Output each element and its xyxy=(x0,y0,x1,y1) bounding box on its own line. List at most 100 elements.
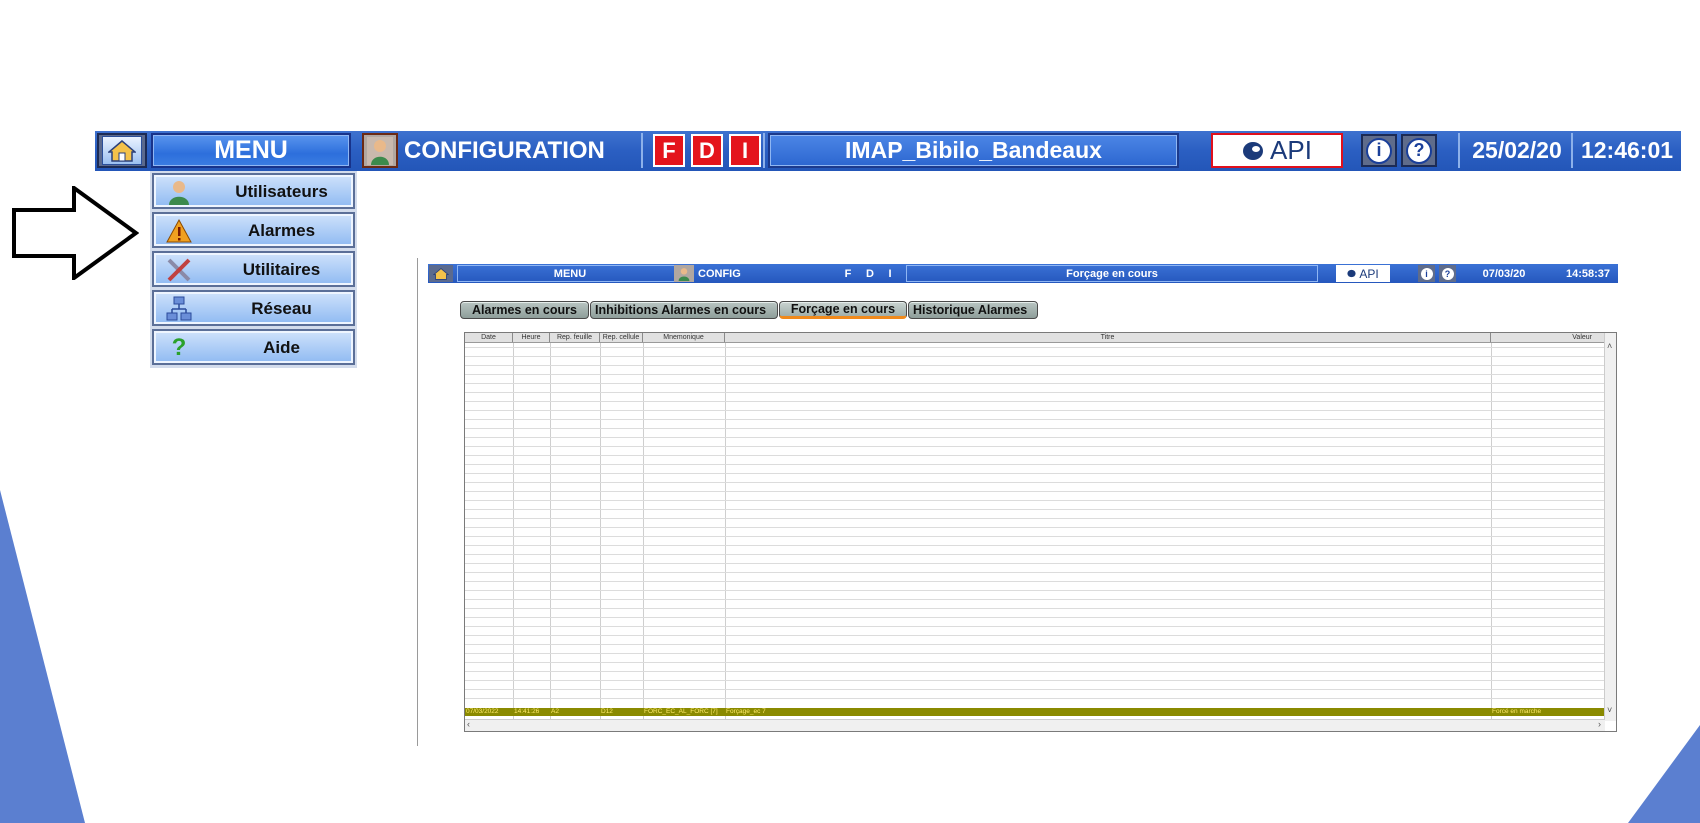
horizontal-scrollbar[interactable]: ‹ › xyxy=(465,719,1605,731)
vertical-scrollbar[interactable]: ˄ ˅ xyxy=(1604,333,1616,721)
menu-item-reseau[interactable]: Réseau xyxy=(152,290,355,326)
home-button[interactable] xyxy=(97,133,147,168)
cell-valeur: Forcé en marche xyxy=(1492,708,1542,715)
table-row-line xyxy=(465,635,1605,636)
inset-api-logo: API xyxy=(1336,265,1390,282)
scroll-down-icon[interactable]: ˅ xyxy=(1607,705,1612,715)
help-icon: ? xyxy=(1406,137,1432,164)
inset-home-button[interactable] xyxy=(429,265,453,282)
table-row-line xyxy=(465,347,1605,348)
table-row-line xyxy=(465,581,1605,582)
page-title: IMAP_Bibilo_Bandeaux xyxy=(768,133,1179,168)
user-icon xyxy=(367,136,393,165)
table-row-line xyxy=(465,572,1605,573)
table-row-line xyxy=(465,662,1605,663)
column-header-rep-feuille[interactable]: Rep. feuille xyxy=(550,333,600,342)
cell-date: 07/03/2022 xyxy=(466,708,499,715)
column-header-rep-cellule[interactable]: Rep. cellule xyxy=(600,333,643,342)
menu-item-aide[interactable]: ? Aide xyxy=(152,329,355,365)
table-row-line xyxy=(465,401,1605,402)
column-divider xyxy=(513,343,514,723)
column-header-heure[interactable]: Heure xyxy=(513,333,550,342)
table-row-line xyxy=(465,428,1605,429)
fdi-button-f[interactable]: F xyxy=(653,134,685,167)
inset-fdi-i[interactable]: I xyxy=(882,265,898,282)
column-divider xyxy=(1491,343,1492,723)
menu-item-label: Utilitaires xyxy=(242,260,321,279)
help-button[interactable]: ? xyxy=(1401,134,1437,167)
column-header-date[interactable]: Date xyxy=(465,333,513,342)
tab-inhibitions-alarmes[interactable]: Inhibitions Alarmes en cours xyxy=(590,301,778,319)
table-row-line xyxy=(465,446,1605,447)
menu-item-label: Aide xyxy=(263,338,300,357)
table-row-line xyxy=(465,464,1605,465)
scroll-right-icon[interactable]: › xyxy=(1598,719,1601,729)
scroll-left-icon[interactable]: ‹ xyxy=(467,719,470,729)
table-row-line xyxy=(465,374,1605,375)
menu-item-alarmes[interactable]: Alarmes xyxy=(152,212,355,248)
table-row-line xyxy=(465,365,1605,366)
table-row-line xyxy=(465,473,1605,474)
table-row-line xyxy=(465,599,1605,600)
decorative-triangle-right xyxy=(1628,725,1700,823)
table-row-line xyxy=(465,455,1605,456)
scroll-up-icon[interactable]: ˄ xyxy=(1607,341,1612,351)
inset-help-button[interactable]: ? xyxy=(1439,265,1456,282)
inset-time-display: 14:58:37 xyxy=(1565,267,1610,280)
cell-titre: Forçage_ec 7 xyxy=(726,708,766,715)
api-logo: API xyxy=(1211,133,1343,168)
fdi-button-d[interactable]: D xyxy=(691,134,723,167)
inset-config-icon-button[interactable] xyxy=(674,265,694,282)
inset-fdi-f[interactable]: F xyxy=(840,265,856,282)
table-row-line xyxy=(465,527,1605,528)
fdi-button-i[interactable]: I xyxy=(729,134,761,167)
inset-config-label: CONFIG xyxy=(698,267,741,280)
table-row-line xyxy=(465,680,1605,681)
menu-item-label: Alarmes xyxy=(247,221,316,240)
divider-line xyxy=(417,258,418,746)
table-row-line xyxy=(465,518,1605,519)
table-row-line xyxy=(465,554,1605,555)
cell-mnemonique: FORC_EC_AL_FORC [7] xyxy=(644,708,718,715)
inset-page-title: Forçage en cours xyxy=(906,265,1318,282)
forcing-table: Date Heure Rep. feuille Rep. cellule Mne… xyxy=(464,332,1617,732)
table-row-line xyxy=(465,356,1605,357)
table-row-line xyxy=(465,671,1605,672)
pointer-arrow-icon xyxy=(12,186,139,280)
configuration-icon-button[interactable] xyxy=(362,133,398,168)
menu-item-label: Réseau xyxy=(251,299,312,318)
column-divider xyxy=(725,343,726,723)
column-divider xyxy=(550,343,551,723)
tab-forcage-en-cours[interactable]: Forçage en cours xyxy=(779,301,907,319)
table-row-line xyxy=(465,410,1605,411)
column-header-mnemonique[interactable]: Mnemonique xyxy=(643,333,725,342)
api-label: API xyxy=(1359,266,1379,281)
menu-item-label: Utilisateurs xyxy=(235,182,328,201)
info-button[interactable]: i xyxy=(1361,134,1397,167)
separator xyxy=(763,133,765,168)
tools-icon xyxy=(166,257,192,283)
inset-info-button[interactable]: i xyxy=(1418,265,1435,282)
menu-button[interactable]: MENU xyxy=(151,133,351,168)
table-row-line xyxy=(465,536,1605,537)
top-banner: MENU CONFIGURATION F D I IMAP_Bibilo_Ban… xyxy=(95,131,1681,171)
cell-rep-feuille: A2 xyxy=(551,708,559,715)
tab-historique-alarmes[interactable]: Historique Alarmes xyxy=(908,301,1038,319)
table-row-line xyxy=(465,698,1605,699)
table-row[interactable]: 07/03/2022 14:41:26 A2 D12 FORC_EC_AL_FO… xyxy=(465,708,1605,716)
help-icon: ? xyxy=(171,334,187,361)
menu-item-utilitaires[interactable]: Utilitaires xyxy=(152,251,355,287)
table-row-line xyxy=(465,419,1605,420)
help-icon: ? xyxy=(1441,267,1454,280)
cell-heure: 14:41:26 xyxy=(514,708,540,715)
table-row-line xyxy=(465,500,1605,501)
menu-item-utilisateurs[interactable]: Utilisateurs xyxy=(152,173,355,209)
separator xyxy=(1571,133,1573,168)
table-row-line xyxy=(465,482,1605,483)
api-globe-icon xyxy=(1243,141,1264,160)
column-header-valeur[interactable]: Valeur xyxy=(1491,333,1605,342)
inset-menu-button[interactable]: MENU xyxy=(457,265,683,282)
inset-fdi-d[interactable]: D xyxy=(862,265,878,282)
column-header-titre[interactable]: Titre xyxy=(725,333,1491,342)
tab-alarmes-en-cours[interactable]: Alarmes en cours xyxy=(460,301,589,319)
